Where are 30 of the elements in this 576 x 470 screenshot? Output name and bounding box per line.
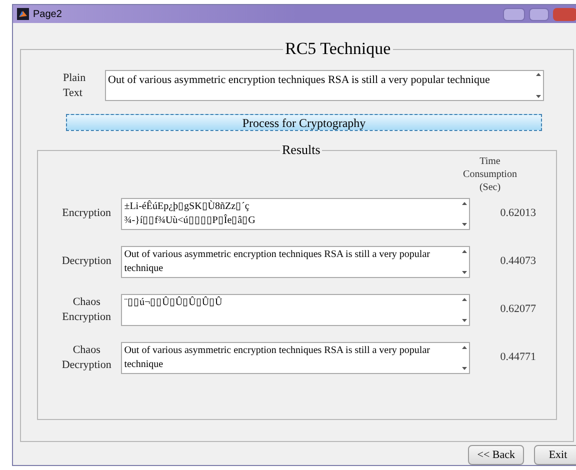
time-value: 0.62077 [500, 302, 536, 318]
scroll-up-icon[interactable] [462, 346, 468, 348]
row-label: Chaos Encryption [61, 294, 112, 324]
window-title: Page2 [33, 8, 62, 22]
process-button[interactable]: Process for Cryptography [66, 114, 542, 131]
scroll-down-icon[interactable] [462, 222, 468, 226]
time-value: 0.44771 [500, 350, 536, 366]
result-field[interactable]: Out of various asymmetric encryption techniques RSA is still a very popular technique [121, 246, 470, 278]
plain-text-label: Plain Text [63, 70, 87, 100]
row-label: Decryption [60, 254, 112, 269]
scroll-up-icon[interactable] [536, 73, 541, 76]
scroll-down-icon[interactable] [462, 270, 468, 274]
plain-text-field[interactable]: Out of various asymmetric encryption techniques RSA is still a very popular technique [105, 70, 544, 101]
row-label: Encryption [61, 206, 112, 221]
scroll-down-icon[interactable] [536, 95, 541, 98]
scroll-up-icon[interactable] [462, 250, 468, 252]
scroll-up-icon[interactable] [462, 298, 468, 300]
time-value: 0.62013 [500, 206, 536, 222]
row-label: Chaos Decryption [60, 342, 112, 372]
result-field[interactable]: ¨▯▯ú¬▯▯Û▯Û▯Û▯Û▯Û [121, 294, 470, 326]
scroll-down-icon[interactable] [462, 318, 468, 322]
result-field[interactable]: Out of various asymmetric encryption techniques RSA is still a very popular technique [121, 342, 470, 374]
result-field[interactable]: ±Li-éÊúEp¿þ▯gSK▯Ù8ñZz▯´ç ¾-}í▯▯f¾Uù<ú▯▯▯▯P▯Îe▯â▯G [121, 198, 470, 230]
scroll-down-icon[interactable] [462, 366, 468, 370]
time-value: 0.44073 [500, 254, 536, 270]
time-header: Time Consumption (Sec) [462, 154, 518, 194]
back-button[interactable]: << Back [468, 445, 524, 465]
exit-button[interactable]: Exit [534, 445, 576, 465]
app-icon [17, 8, 29, 20]
scroll-up-icon[interactable] [462, 202, 468, 204]
